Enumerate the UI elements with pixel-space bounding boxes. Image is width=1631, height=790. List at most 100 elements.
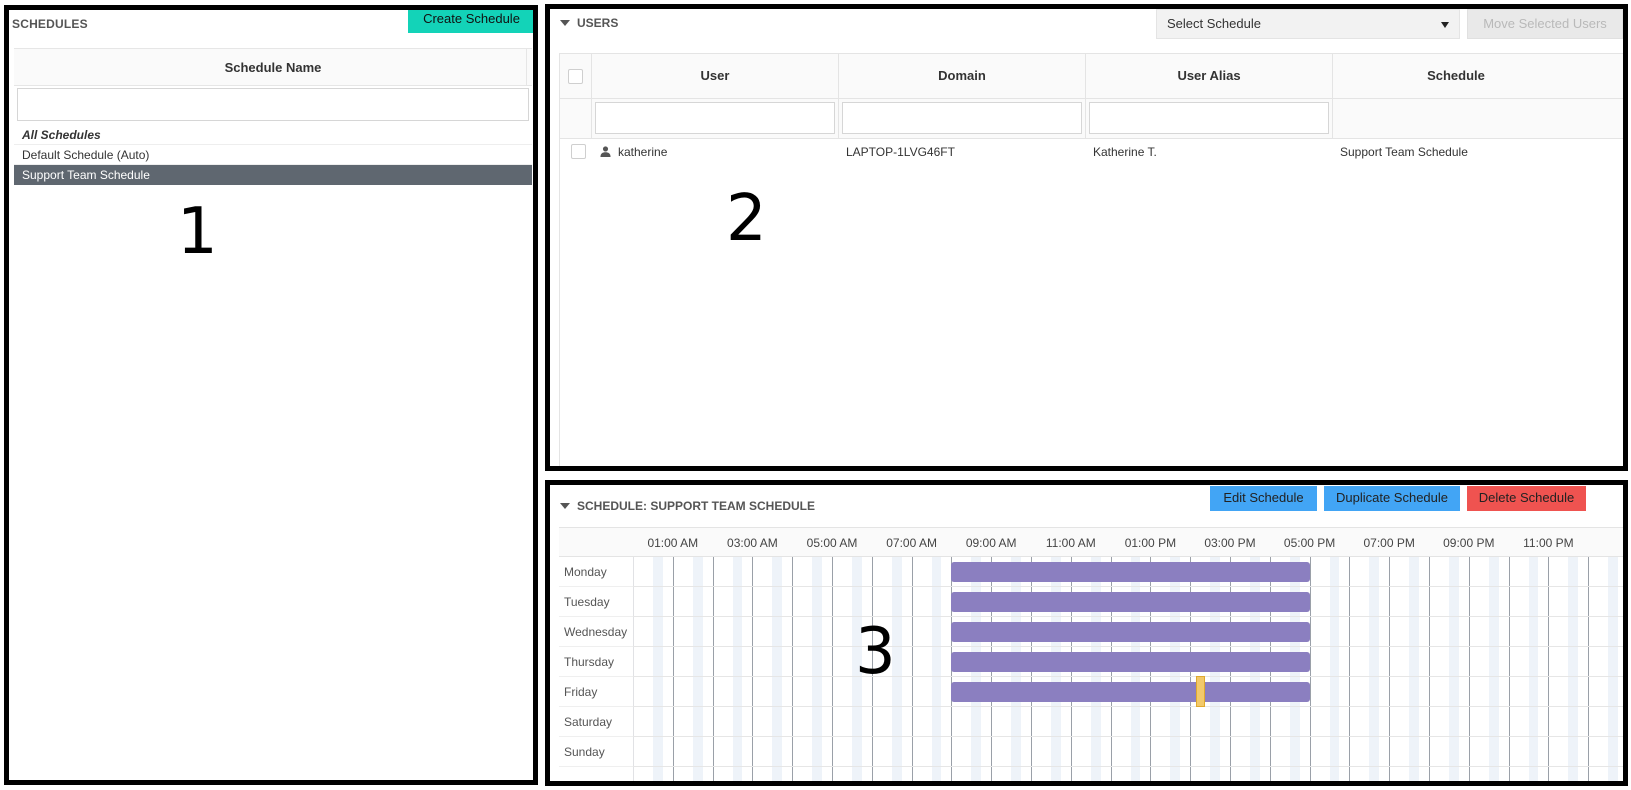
grid-hour-line — [1389, 557, 1391, 781]
domain-column-header[interactable]: Domain — [838, 54, 1085, 98]
alias-filter-input[interactable] — [1089, 102, 1329, 134]
grid-day-line — [633, 616, 1623, 617]
select-all-checkbox[interactable] — [568, 69, 583, 84]
grid-hour-line — [1588, 557, 1590, 781]
time-axis-header: 01:00 AM 03:00 AM 05:00 AM 07:00 AM 09:00 AM… — [559, 527, 1623, 557]
table-row[interactable]: katherine LAPTOP-1LVG46FT Katherine T. S… — [560, 139, 1623, 165]
grid-band — [772, 557, 783, 781]
domain-filter-cell — [838, 99, 1085, 138]
time-label: 01:00 PM — [1124, 536, 1177, 550]
time-label: 11:00 AM — [1045, 536, 1096, 550]
users-panel: USERS Select Schedule Move Selected User… — [545, 4, 1628, 471]
day-label: Saturday — [559, 707, 633, 737]
schedule-block[interactable] — [951, 592, 1310, 612]
day-label: Wednesday — [559, 617, 633, 647]
user-icon — [600, 146, 611, 157]
time-label: 01:00 AM — [647, 536, 699, 550]
weekly-schedule-timeline: 01:00 AM 03:00 AM 05:00 AM 07:00 AM 09:00 AM… — [559, 527, 1623, 781]
grid-hour-line — [633, 557, 634, 781]
schedule-cell: Support Team Schedule — [1340, 145, 1468, 159]
users-grid-filter-row — [560, 99, 1623, 139]
grid-hour-line — [792, 557, 794, 781]
select-all-cell — [560, 54, 591, 98]
time-label: 03:00 AM — [727, 536, 778, 550]
schedule-list: All Schedules Default Schedule (Auto) Su… — [14, 125, 532, 185]
grid-day-line — [633, 646, 1623, 647]
grid-band — [1369, 557, 1380, 781]
annotation-number-1: 1 — [177, 195, 218, 269]
grid-band — [812, 557, 823, 781]
grid-day-line — [633, 676, 1623, 677]
grid-band — [652, 557, 663, 781]
user-alias-column-header[interactable]: User Alias — [1085, 54, 1332, 98]
schedules-panel: SCHEDULES Create Schedule Schedule Name … — [4, 5, 538, 785]
grid-day-line — [633, 766, 1623, 767]
time-label: 03:00 PM — [1204, 536, 1256, 550]
schedule-title-toggle[interactable]: SCHEDULE: SUPPORT TEAM SCHEDULE — [560, 499, 815, 513]
grid-hour-line — [752, 557, 754, 781]
move-selected-users-button[interactable]: Move Selected Users — [1467, 9, 1623, 39]
grid-hour-line — [712, 557, 714, 781]
schedule-block[interactable] — [951, 652, 1310, 672]
grid-hour-line — [1429, 557, 1430, 781]
row-checkbox[interactable] — [571, 144, 586, 159]
grid-hour-line — [1468, 557, 1470, 781]
annotation-number-2: 2 — [726, 182, 767, 256]
dropdown-arrow-icon — [1441, 22, 1449, 28]
users-grid: User Domain User Alias Schedule katherin… — [559, 53, 1623, 466]
user-filter-input[interactable] — [595, 102, 835, 134]
user-column-header[interactable]: User — [591, 54, 838, 98]
schedule-item-support-team[interactable]: Support Team Schedule — [14, 165, 532, 185]
current-time-marker — [1196, 676, 1206, 707]
users-grid-header: User Domain User Alias Schedule — [560, 53, 1623, 99]
domain-filter-input[interactable] — [842, 102, 1082, 134]
schedule-name-column-header[interactable]: Schedule Name — [14, 48, 532, 86]
user-filter-cell — [591, 99, 838, 138]
schedule-title: SCHEDULE: SUPPORT TEAM SCHEDULE — [577, 499, 816, 513]
time-label: 11:00 PM — [1523, 536, 1574, 550]
grid-band — [1528, 557, 1539, 781]
annotation-number-3: 3 — [855, 615, 896, 689]
edit-schedule-button[interactable]: Edit Schedule — [1210, 486, 1317, 511]
alias-filter-cell — [1085, 99, 1332, 138]
grid-hour-line — [911, 557, 913, 781]
time-label: 05:00 AM — [806, 536, 858, 550]
schedule-block[interactable] — [951, 562, 1310, 582]
schedule-block[interactable] — [951, 622, 1310, 642]
grid-band — [1488, 557, 1499, 781]
delete-schedule-button[interactable]: Delete Schedule — [1467, 486, 1586, 511]
create-schedule-button[interactable]: Create Schedule — [408, 10, 533, 33]
grid-hour-line — [1548, 557, 1550, 781]
schedule-column-header[interactable]: Schedule — [1332, 54, 1579, 98]
grid-band — [1448, 557, 1459, 781]
day-label: Friday — [559, 677, 633, 707]
users-title: USERS — [577, 16, 619, 30]
users-title-toggle[interactable]: USERS — [560, 16, 618, 30]
duplicate-schedule-button[interactable]: Duplicate Schedule — [1324, 486, 1460, 511]
day-label: Sunday — [559, 737, 633, 767]
grid-hour-line — [1508, 557, 1510, 781]
grid-band — [692, 557, 703, 781]
time-label: 07:00 PM — [1363, 536, 1415, 550]
schedule-detail-panel: SCHEDULE: SUPPORT TEAM SCHEDULE Edit Sch… — [545, 480, 1628, 786]
schedule-grid[interactable] — [633, 557, 1623, 781]
grid-band — [931, 557, 942, 781]
day-label: Tuesday — [559, 587, 633, 617]
schedule-block[interactable] — [951, 682, 1310, 702]
select-schedule-dropdown[interactable]: Select Schedule — [1156, 9, 1460, 39]
grid-hour-line — [1349, 557, 1351, 781]
schedule-item-default[interactable]: Default Schedule (Auto) — [14, 145, 532, 165]
domain-cell: LAPTOP-1LVG46FT — [846, 145, 955, 159]
schedule-group-all[interactable]: All Schedules — [14, 125, 532, 145]
user-name: katherine — [618, 145, 668, 159]
grid-band — [1568, 557, 1579, 781]
grid-band — [1608, 557, 1619, 781]
time-label: 09:00 AM — [965, 536, 1017, 550]
grid-day-line — [633, 736, 1623, 737]
schedules-title: SCHEDULES — [12, 17, 88, 31]
time-label: 05:00 PM — [1283, 536, 1336, 550]
schedule-name-filter-input[interactable] — [17, 88, 529, 121]
caret-down-icon — [560, 20, 570, 26]
column-divider — [526, 48, 527, 86]
alias-cell: Katherine T. — [1093, 145, 1157, 159]
